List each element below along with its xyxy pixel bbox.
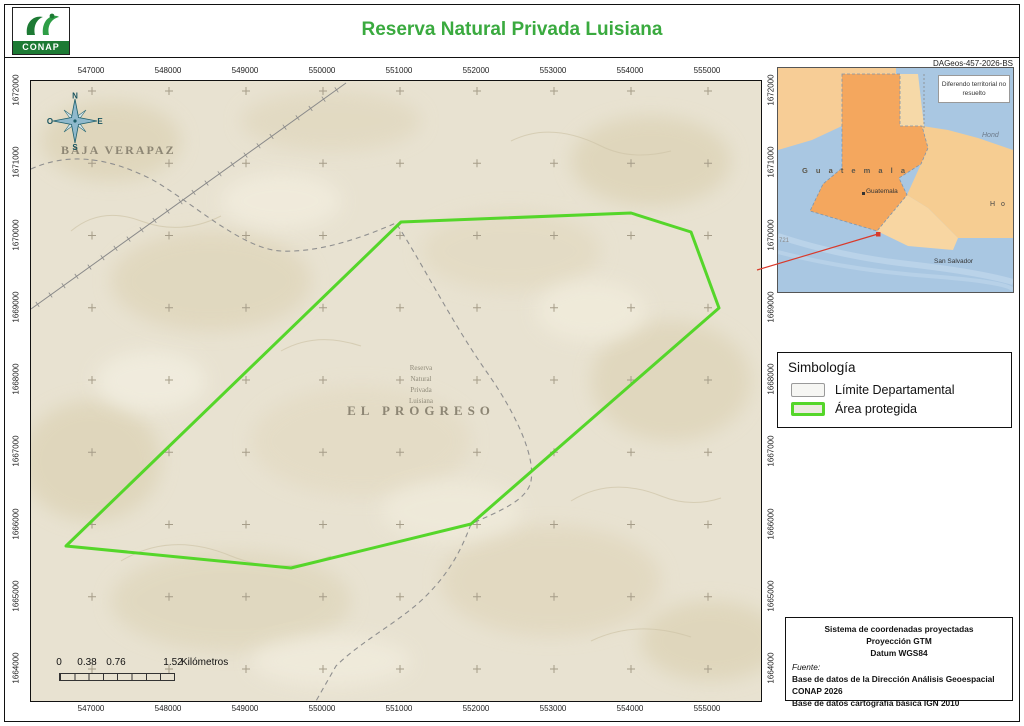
map-sheet: CONAP Reserva Natural Privada Luisiana D… (0, 0, 1024, 726)
x-coordinate-label: 554000 (616, 704, 644, 713)
x-coordinate-label: 549000 (231, 66, 259, 75)
scale-tick-label: 0.76 (106, 657, 126, 668)
capital-city-marker (862, 192, 865, 195)
legend-item-protected-area: Área protegida (778, 402, 1011, 416)
source-title: Fuente: (792, 662, 821, 673)
x-coordinate-label: 550000 (308, 704, 336, 713)
coordinate-system-line: Sistema de coordenadas proyectadas (824, 624, 974, 634)
scale-tick-label: 1.52 (163, 657, 183, 668)
x-axis-labels-bottom: 547000 548000 549000 550000 551000 552000 5530… (30, 704, 760, 716)
x-axis-labels-top: 547000 548000 549000 550000 551000 552000 5530… (30, 66, 760, 78)
y-coordinate-label: 1665000 (766, 580, 776, 612)
scale-tick-label: 0.38 (77, 657, 97, 668)
y-coordinate-label: 1664000 (766, 652, 776, 684)
reserve-name-line: Reserva (409, 364, 433, 372)
honduras-partial-label: H o (990, 201, 1007, 208)
legend-item-label: Límite Departamental (835, 383, 955, 397)
y-coordinate-label: 1671000 (11, 146, 21, 178)
legend-box: Simbología Límite Departamental Área pro… (777, 352, 1012, 428)
y-coordinate-label: 1670000 (766, 218, 776, 251)
source-line-2: Base de datos cartografía básica IGN 201… (792, 698, 960, 709)
datum-line: Datum WGS84 (870, 648, 928, 659)
y-coordinate-label: 1668000 (766, 363, 776, 395)
inset-locator-map: Diferendo territorial no resuelto G u a … (777, 67, 1014, 293)
x-coordinate-label: 549000 (231, 704, 259, 713)
capital-label: Guatemala (866, 188, 898, 195)
scale-ruler (59, 673, 175, 681)
y-coordinate-label: 1670000 (11, 218, 21, 251)
legend-title: Simbología (788, 360, 856, 375)
x-coordinate-label: 550000 (308, 66, 336, 75)
y-coordinate-label: 1669000 (11, 291, 21, 323)
main-map: BAJA VERAPAZ Reserva Natural Privada Lui… (30, 80, 762, 702)
compass-south-letter: S (72, 143, 78, 151)
y-coordinate-label: 1666000 (766, 507, 776, 540)
page-title: Reserva Natural Privada Luisiana (361, 19, 663, 40)
scale-bar: 0 0.38 0.76 1.52 Kilómetros (56, 657, 279, 693)
y-coordinate-label: 1672000 (11, 74, 21, 106)
reserve-location-marker (876, 232, 881, 237)
x-coordinate-label: 548000 (154, 704, 182, 713)
reserve-name-line: Natural (410, 374, 432, 383)
y-coordinate-label: 1664000 (11, 652, 21, 684)
y-coordinate-label: 1665000 (11, 580, 21, 612)
x-coordinate-label: 552000 (462, 704, 490, 713)
y-coordinate-label: 1671000 (766, 146, 776, 178)
y-coordinate-label: 1672000 (766, 74, 776, 106)
compass-east-letter: E (97, 117, 103, 126)
x-coordinate-label: 553000 (539, 704, 567, 713)
reserve-name-line: Privada (410, 385, 432, 394)
legend-item-departmental-limit: Límite Departamental (778, 383, 1011, 397)
left-partial-label: 721 (779, 238, 790, 244)
x-coordinate-label: 551000 (385, 704, 413, 713)
compass-west-letter: O (47, 117, 53, 126)
protected-area-swatch (791, 402, 825, 416)
compass-rose-icon: N E S O (47, 92, 103, 152)
honduras-partial-label-top: Hond (982, 132, 999, 139)
san-salvador-label: San Salvador (934, 258, 974, 265)
x-coordinate-label: 551000 (385, 66, 413, 75)
department-label-el-progreso: EL PROGRESO (347, 403, 495, 418)
y-coordinate-label: 1667000 (766, 435, 776, 467)
x-coordinate-label: 552000 (462, 66, 490, 75)
projection-line: Proyección GTM (866, 636, 932, 647)
x-coordinate-label: 555000 (693, 704, 721, 713)
y-axis-labels-left: 1672000 1671000 1670000 1669000 1668000 16670… (7, 74, 25, 700)
header-divider (4, 57, 1020, 58)
reserve-name-label: Reserva Natural Privada Luisiana (384, 363, 458, 406)
legend-item-label: Área protegida (835, 402, 918, 416)
x-coordinate-label: 555000 (693, 66, 721, 75)
departmental-limit-swatch (791, 383, 825, 397)
y-coordinate-label: 1667000 (11, 435, 21, 467)
y-coordinate-label: 1669000 (766, 291, 776, 323)
scale-tick-label: 0 (56, 657, 62, 668)
territorial-dispute-note: Diferendo territorial no resuelto (938, 75, 1010, 104)
x-coordinate-label: 547000 (77, 704, 105, 713)
country-label: G u a t e m a l a (802, 166, 909, 175)
conap-logo-text: CONAP (13, 41, 69, 54)
x-coordinate-label: 547000 (77, 66, 105, 75)
source-line-1: Base de datos de la Dirección Análisis G… (792, 674, 995, 697)
x-coordinate-label: 553000 (539, 66, 567, 75)
scale-unit-label: Kilómetros (181, 657, 229, 668)
x-coordinate-label: 548000 (154, 66, 182, 75)
y-coordinate-label: 1666000 (11, 507, 21, 540)
y-coordinate-label: 1668000 (11, 363, 21, 395)
x-coordinate-label: 554000 (616, 66, 644, 75)
compass-north-letter: N (72, 92, 78, 101)
credits-box: Sistema de coordenadas proyectadas Proye… (785, 617, 1013, 708)
